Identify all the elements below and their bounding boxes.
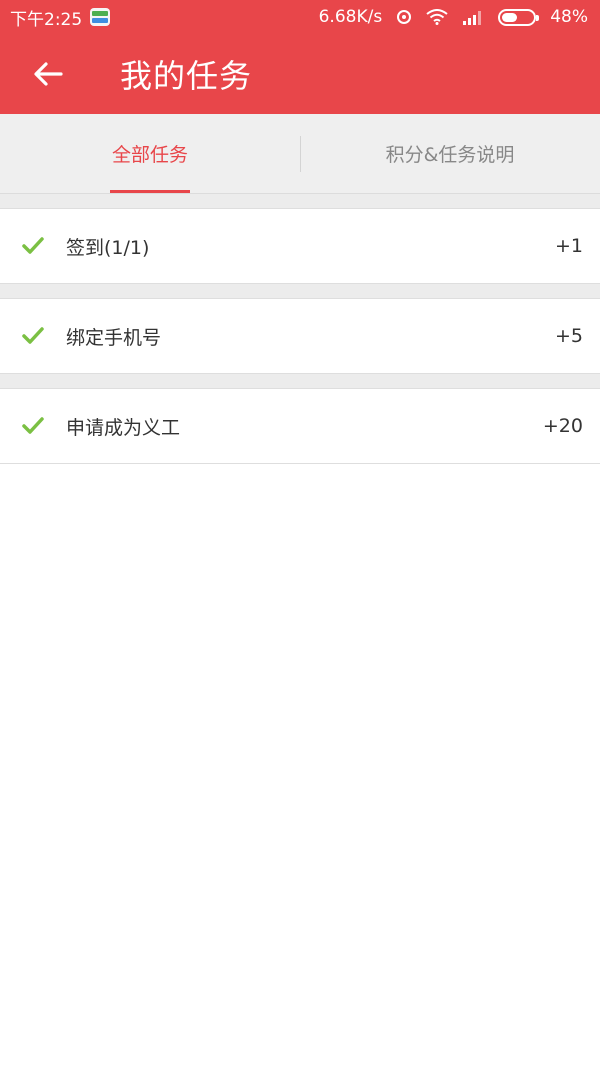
network-speed: 6.68K/s — [318, 7, 383, 27]
task-name: 签到(1/1) — [66, 236, 150, 259]
check-icon — [22, 235, 44, 257]
list-spacer — [0, 284, 600, 298]
wifi-icon — [426, 9, 448, 25]
task-name: 绑定手机号 — [66, 326, 162, 349]
check-icon — [22, 325, 44, 347]
task-row[interactable]: 签到(1/1) +1 — [0, 208, 600, 284]
battery-percent: 48% — [550, 7, 588, 27]
status-left: 下午2:25 — [10, 5, 111, 30]
tab-points-description-label: 积分&任务说明 — [385, 144, 515, 166]
task-row[interactable]: 申请成为义工 +20 — [0, 388, 600, 464]
tab-active-indicator — [110, 190, 190, 193]
tab-bar: 全部任务 积分&任务说明 — [0, 114, 600, 194]
list-spacer — [0, 374, 600, 388]
status-bar: 下午2:25 6.68K/s 48% — [0, 0, 600, 34]
task-list: 签到(1/1) +1 绑定手机号 +5 申请成为义工 +20 — [0, 208, 600, 464]
back-button[interactable] — [28, 54, 68, 94]
task-row[interactable]: 绑定手机号 +5 — [0, 298, 600, 374]
task-points: +1 — [554, 235, 583, 257]
location-icon — [396, 9, 412, 25]
arrow-left-icon — [34, 62, 63, 86]
task-name: 申请成为义工 — [66, 416, 181, 439]
status-right: 6.68K/s 48% — [319, 7, 588, 27]
tab-points-description[interactable]: 积分&任务说明 — [300, 114, 600, 193]
task-points: +20 — [542, 415, 583, 437]
app-header: 我的任务 — [0, 34, 600, 114]
check-icon — [22, 415, 44, 437]
status-time: 下午2:25 — [10, 9, 83, 30]
page-title: 我的任务 — [120, 57, 253, 95]
task-points: +5 — [554, 325, 583, 347]
battery-fill — [502, 12, 517, 22]
notification-app-icon — [90, 8, 111, 26]
signal-icon — [462, 9, 484, 25]
list-spacer — [0, 194, 600, 208]
tab-all-tasks[interactable]: 全部任务 — [0, 114, 300, 193]
battery-icon — [498, 8, 540, 26]
app-root: 下午2:25 6.68K/s 48% 我的任务 全部任务 积分&任务说明 签到(… — [0, 0, 600, 1067]
tab-all-tasks-label: 全部任务 — [111, 144, 188, 166]
